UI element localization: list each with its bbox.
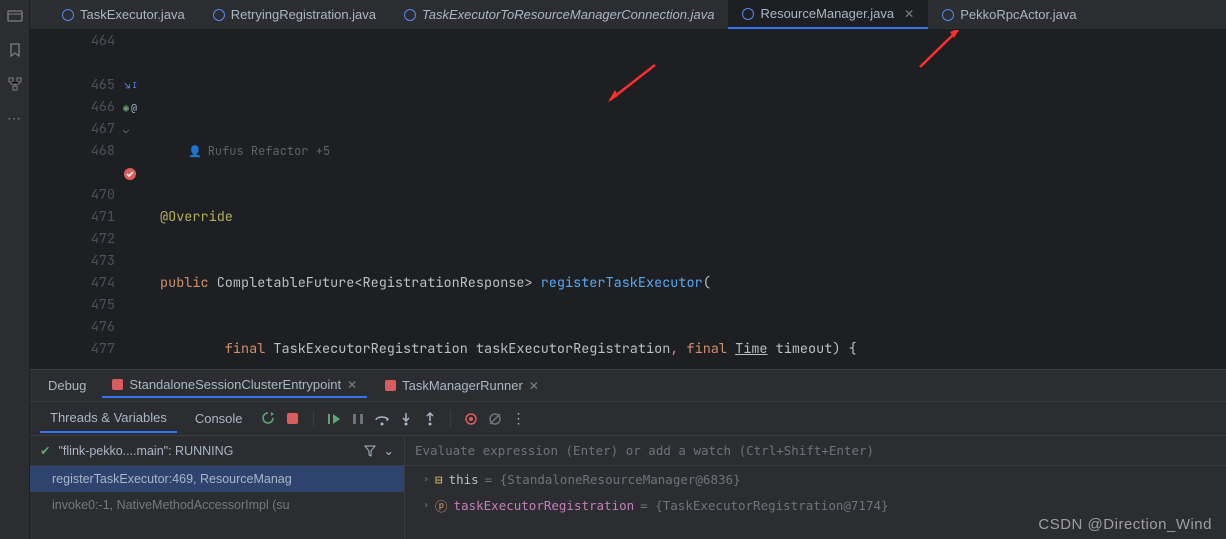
blame-annotation: 👤Rufus Refactor +5 xyxy=(140,140,1226,162)
resume-icon[interactable] xyxy=(326,411,342,427)
left-tool-rail: ⋯ xyxy=(0,0,30,539)
annotation-arrow-2 xyxy=(910,30,970,72)
project-icon[interactable] xyxy=(7,8,23,24)
close-icon[interactable]: ✕ xyxy=(347,378,357,392)
watermark: CSDN @Direction_Wind xyxy=(1038,516,1212,533)
gutter: 464 465↘I 466◉@ 467⌄ 468 470 471 472 473… xyxy=(30,30,140,369)
run-config-standalone[interactable]: StandaloneSessionClusterEntrypoint✕ xyxy=(102,373,367,398)
filter-icon[interactable] xyxy=(364,445,376,457)
editor-tabs: TaskExecutor.java RetryingRegistration.j… xyxy=(30,0,1226,30)
stop-square-icon xyxy=(385,380,396,391)
run-config-taskmanager[interactable]: TaskManagerRunner✕ xyxy=(375,374,549,397)
console-tab[interactable]: Console xyxy=(185,405,253,432)
debug-toolbar: Threads & Variables Console ⋮ xyxy=(30,402,1226,436)
close-icon[interactable]: ✕ xyxy=(904,7,914,21)
tab-retryingregistration[interactable]: RetryingRegistration.java xyxy=(199,0,390,29)
inheritor-icon[interactable]: ↘I xyxy=(124,75,137,97)
frames-pane: ✔ "flink-pekko....main": RUNNING ⌄ regis… xyxy=(30,436,405,539)
param-icon: ⓟ xyxy=(435,496,448,515)
tab-pekkorpcactor[interactable]: PekkoRpcActor.java xyxy=(928,0,1090,29)
tab-resourcemanager[interactable]: ResourceManager.java✕ xyxy=(728,0,928,29)
class-icon xyxy=(404,9,416,21)
variable-row[interactable]: ›⊟this = {StandaloneResourceManager@6836… xyxy=(405,466,1226,492)
evaluate-input[interactable]: Evaluate expression (Enter) or add a wat… xyxy=(405,436,1226,466)
step-out-icon[interactable] xyxy=(422,411,438,427)
override-icon[interactable]: ◉@ xyxy=(123,97,137,119)
check-icon: ✔ xyxy=(40,443,50,458)
chevron-right-icon[interactable]: › xyxy=(423,500,429,511)
more-actions-icon[interactable]: ⋮ xyxy=(511,411,527,427)
pause-icon[interactable] xyxy=(350,411,366,427)
mute-breakpoints-icon[interactable] xyxy=(487,411,503,427)
object-icon: ⊟ xyxy=(435,472,443,487)
step-into-icon[interactable] xyxy=(398,411,414,427)
close-icon[interactable]: ✕ xyxy=(529,379,539,393)
thread-selector[interactable]: ✔ "flink-pekko....main": RUNNING ⌄ xyxy=(30,436,404,466)
structure-icon[interactable] xyxy=(7,76,23,92)
view-breakpoints-icon[interactable] xyxy=(463,411,479,427)
bookmarks-icon[interactable] xyxy=(7,42,23,58)
variable-row[interactable]: ›ⓟtaskExecutorRegistration = {TaskExecut… xyxy=(405,492,1226,518)
tab-taskexecutortorm[interactable]: TaskExecutorToResourceManagerConnection.… xyxy=(390,0,728,29)
stack-frame[interactable]: invoke0:-1, NativeMethodAccessorImpl (su xyxy=(30,492,404,518)
step-over-icon[interactable] xyxy=(374,411,390,427)
class-icon xyxy=(62,9,74,21)
code-body[interactable]: 👤Rufus Refactor +5 @Override public Comp… xyxy=(140,30,1226,369)
stop-square-icon xyxy=(112,379,123,390)
code-editor[interactable]: 464 465↘I 466◉@ 467⌄ 468 470 471 472 473… xyxy=(30,30,1226,369)
rerun-icon[interactable] xyxy=(261,411,277,427)
chevron-right-icon[interactable]: › xyxy=(423,474,429,485)
stack-frame[interactable]: registerTaskExecutor:469, ResourceManag xyxy=(30,466,404,492)
class-icon xyxy=(942,9,954,21)
threads-tab[interactable]: Threads & Variables xyxy=(40,404,177,433)
more-icon[interactable]: ⋯ xyxy=(7,110,22,127)
class-icon xyxy=(213,9,225,21)
chevron-down-icon[interactable]: ⌄ xyxy=(384,443,394,458)
collapse-icon[interactable]: ⌄ xyxy=(123,119,129,141)
stop-icon[interactable] xyxy=(285,411,301,427)
debug-title: Debug xyxy=(40,378,94,393)
debug-panel: Debug StandaloneSessionClusterEntrypoint… xyxy=(30,369,1226,539)
tab-taskexecutor[interactable]: TaskExecutor.java xyxy=(48,0,199,29)
class-icon xyxy=(742,8,754,20)
annotation-arrow-1 xyxy=(600,60,660,110)
breakpoint-checked-icon[interactable] xyxy=(123,166,137,188)
